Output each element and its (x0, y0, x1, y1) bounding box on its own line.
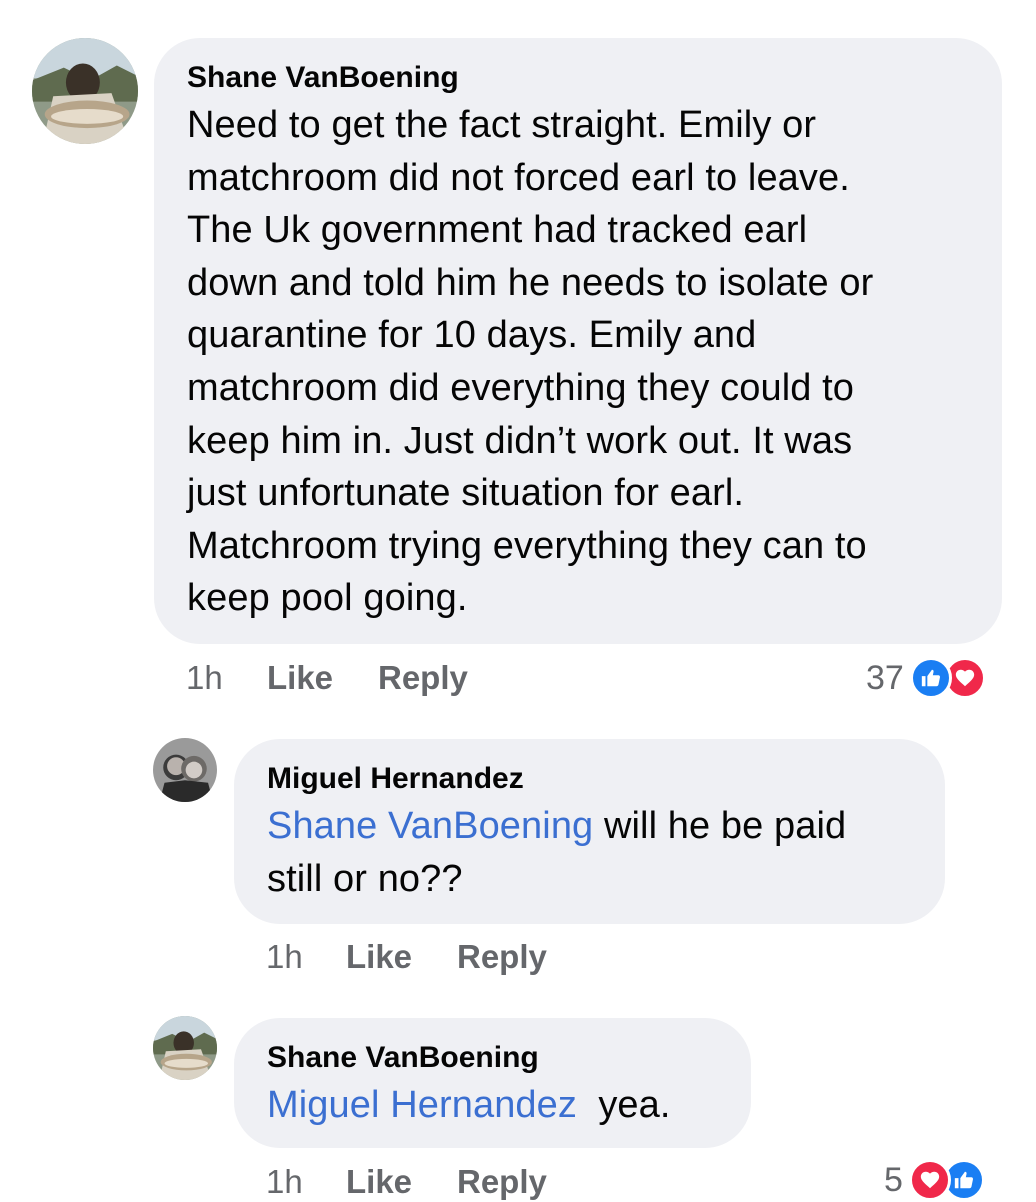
comment-meta: 1h (266, 1162, 303, 1202)
comment-author[interactable]: Shane VanBoening (267, 1040, 751, 1076)
comment-line: Matchroom trying everything they can to (187, 524, 867, 567)
comment-line: Need to get the fact straight. Emily or (187, 104, 817, 146)
mention-link[interactable]: Miguel Hernandez (267, 1084, 577, 1126)
reaction-count: 5 (884, 1160, 903, 1199)
comment-line: matchroom did everything they could to (187, 366, 855, 409)
comment-actions: Reply (378, 658, 468, 698)
reply-button[interactable]: Reply (378, 659, 468, 696)
comment-bubble: Miguel Hernandez Shane VanBoening will h… (234, 739, 945, 924)
comment-timestamp[interactable]: 1h (266, 938, 303, 975)
like-button[interactable]: Like (267, 659, 333, 696)
like-icon (909, 657, 952, 699)
comment-text: Need to get the fact straight. Emily or … (187, 99, 1002, 625)
like-button[interactable]: Like (346, 1163, 412, 1200)
comment-timestamp[interactable]: 1h (266, 1163, 303, 1200)
comment-line: Miguel Hernandez yea. (267, 1079, 751, 1132)
comment-meta: 1h (186, 658, 223, 698)
comment-actions: Like (346, 1162, 412, 1202)
comment-actions: Like (267, 658, 333, 698)
reply-button[interactable]: Reply (457, 938, 547, 975)
like-button[interactable]: Like (346, 938, 412, 975)
reaction-count: 37 (866, 658, 904, 697)
comment-line-rest: will he be paid (593, 805, 847, 847)
reaction-summary[interactable]: 37 (866, 656, 986, 700)
comment-line: The Uk government had tracked earl (187, 209, 808, 252)
avatar-photo (153, 1016, 217, 1080)
comment-actions: Reply (457, 937, 547, 977)
avatar[interactable] (153, 1016, 217, 1080)
comment-meta: 1h (266, 937, 303, 977)
comment-line: quarantine for 10 days. Emily and (187, 314, 757, 357)
comment-actions: Reply (457, 1162, 547, 1202)
love-icon (908, 1159, 951, 1201)
reaction-summary[interactable]: 5 (884, 1158, 985, 1202)
comment-line: keep him in. Just didn’t work out. It wa… (187, 419, 853, 462)
avatar-photo (153, 738, 217, 802)
comment-line: keep pool going. (187, 577, 468, 620)
mention-link[interactable]: Shane VanBoening (267, 805, 593, 847)
comment-line: matchroom did not forced earl to leave. (187, 156, 850, 199)
comment-author[interactable]: Miguel Hernandez (267, 761, 945, 797)
comment-bubble: Shane VanBoening Need to get the fact st… (154, 38, 1002, 644)
avatar[interactable] (153, 738, 217, 802)
comment-line: Shane VanBoening will he be paid (267, 800, 945, 853)
comment-text: Shane VanBoening will he be paid still o… (267, 800, 945, 905)
comment-bubble: Shane VanBoening Miguel Hernandez yea. (234, 1018, 751, 1148)
reply-button[interactable]: Reply (457, 1163, 547, 1200)
avatar-photo (32, 38, 138, 144)
comment-text: Miguel Hernandez yea. (267, 1079, 751, 1132)
comment-line-rest: yea. (577, 1084, 671, 1126)
comment-line: down and told him he needs to isolate or (187, 261, 874, 304)
comment-line: just unfortunate situation for earl. (187, 472, 745, 515)
avatar[interactable] (32, 38, 138, 144)
comment-timestamp[interactable]: 1h (186, 659, 223, 696)
comment-actions: Like (346, 937, 412, 977)
comment-author[interactable]: Shane VanBoening (187, 60, 1002, 96)
comment-line: still or no?? (267, 857, 463, 900)
